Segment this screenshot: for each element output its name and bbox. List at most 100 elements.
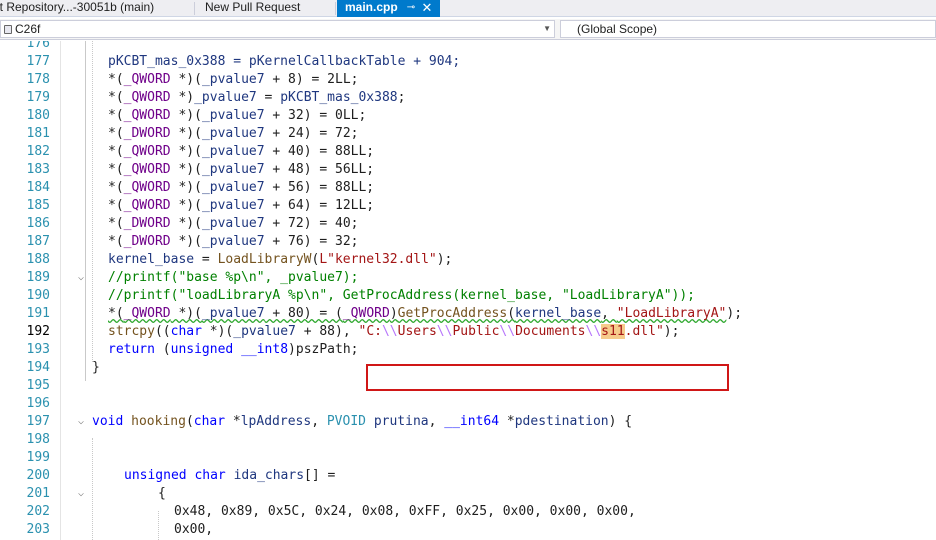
code-line[interactable]: 200 unsigned char ida_chars[] = [0,467,936,485]
code-token: _pvalue7 [201,126,265,141]
scope-dropdown[interactable]: (Global Scope) [560,20,936,38]
code-line[interactable]: 189 ⌵ //printf("base %p\n", _pvalue7); [0,269,936,287]
code-token: _DWORD [123,234,171,249]
fold-toggle-icon[interactable]: ⌵ [78,413,84,431]
line-number: 184 [26,180,50,195]
line-number: 202 [26,504,50,519]
code-line[interactable]: 179 *(_QWORD *)_pvalue7 = pKCBT_mas_0x388… [0,89,936,107]
code-text: *(_QWORD *)(_pvalue7 + 32) = 0LL; [108,107,366,125]
code-line[interactable]: 184 *(_QWORD *)(_pvalue7 + 56) = 88LL; [0,179,936,197]
line-number: 183 [26,162,50,177]
code-token: _QWORD [123,198,171,213]
code-text: *(_QWORD *)(_pvalue7 + 48) = 56LL; [108,161,374,179]
code-line[interactable]: 178 *(_QWORD *)(_pvalue7 + 8) = 2LL; [0,71,936,89]
code-line[interactable]: 188 kernel_base = LoadLibraryW(L"kernel32… [0,251,936,269]
code-text: 0x00, [174,521,213,539]
code-editor[interactable]: 176 177 pKCBT_mas_0x388 = pKernelCallbackT… [0,41,936,540]
code-line[interactable]: 180 *(_QWORD *)(_pvalue7 + 32) = 0LL; [0,107,936,125]
code-line[interactable]: 187 *(_DWORD *)(_pvalue7 + 76) = 32; [0,233,936,251]
code-text: unsigned char ida_chars[] = [124,467,335,485]
code-line[interactable]: 197 ⌵ void hooking(char *lpAddress, PVOID … [0,413,936,431]
code-token: .dll" [624,324,664,339]
code-text: *(_QWORD *)(_pvalue7 + 80) = (_QWORD)Get… [108,305,742,323]
tab-git-repository[interactable]: it Repository...-30051b (main) [0,0,194,17]
code-text: //printf("base %p\n", _pvalue7); [108,269,358,287]
line-number: 192 [26,324,50,339]
code-line[interactable]: 193 return (unsigned __int8)pszPath; [0,341,936,359]
code-text: //printf("loadLibraryA %p\n", GetProcAdd… [108,287,695,305]
code-line[interactable]: 185 *(_QWORD *)(_pvalue7 + 64) = 12LL; [0,197,936,215]
code-token: , [601,306,617,321]
fold-toggle-icon[interactable]: ⌵ [78,269,84,287]
code-token: pKCBT_mas_0x388 = pKernelCallbackTable +… [108,54,461,69]
code-token: 0x00, [174,522,214,537]
code-token: _QWORD [123,180,171,195]
code-text: void hooking(char *lpAddress, PVOID prut… [92,413,632,431]
code-text: *(_QWORD *)(_pvalue7 + 40) = 88LL; [108,143,374,161]
line-number: 195 [26,378,50,393]
code-token: + 56) = 88LL; [264,180,375,195]
code-text: { [158,485,166,503]
code-token: ); [436,252,453,267]
code-line[interactable]: 199 [0,449,936,467]
code-line[interactable]: 198 [0,431,936,449]
code-line[interactable]: 202 0x48, 0x89, 0x5C, 0x24, 0x08, 0xFF, 0… [0,503,936,521]
code-token: _QWORD [123,108,171,123]
code-text: *(_DWORD *)(_pvalue7 + 76) = 32; [108,233,358,251]
code-line[interactable]: 203 0x00, [0,521,936,539]
code-line[interactable]: 190 //printf("loadLibraryA %p\n", GetProc… [0,287,936,305]
code-text: } [92,359,100,377]
line-number: 200 [26,468,50,483]
line-number: 180 [26,108,50,123]
project-icon [4,25,12,34]
code-token: unsigned [170,342,234,357]
line-number: 191 [26,306,50,321]
code-token: prutina [373,414,429,429]
code-line[interactable]: 192 strcpy((char *)(_pvalue7 + 88), "C:\\… [0,323,936,341]
code-line[interactable]: 183 *(_QWORD *)(_pvalue7 + 48) = 56LL; [0,161,936,179]
code-token: *)( [170,234,202,249]
code-token: + 72) = 40; [264,216,359,231]
code-line[interactable]: 176 [0,41,936,53]
line-number: 187 [26,234,50,249]
code-token: 0x48, 0x89, 0x5C, 0x24, 0x08, 0xFF, 0x25… [174,504,636,519]
code-text: *(_DWORD *)(_pvalue7 + 72) = 40; [108,215,358,233]
line-number: 178 [26,72,50,87]
code-line[interactable]: 181 *(_DWORD *)(_pvalue7 + 24) = 72; [0,125,936,143]
code-token: return [108,342,155,357]
code-token: *)( [170,144,202,159]
code-token: *( [108,198,124,213]
tab-new-pull-request[interactable]: New Pull Request [195,0,335,17]
code-token: _QWORD [123,72,171,87]
annotation-highlight-box [366,364,729,391]
code-line[interactable]: 177 pKCBT_mas_0x388 = pKernelCallbackTabl… [0,53,936,71]
code-line[interactable]: 191 *(_QWORD *)(_pvalue7 + 80) = (_QWORD)… [0,305,936,323]
code-token: strcpy [108,324,155,339]
line-number: 189 [26,270,50,285]
code-token: _pvalue7 [201,306,265,321]
code-line[interactable]: 182 *(_QWORD *)(_pvalue7 + 40) = 88LL; [0,143,936,161]
code-token: _pvalue7 [201,216,265,231]
code-token: ( [507,306,516,321]
code-line[interactable]: 201 ⌵ { [0,485,936,503]
code-token: char [194,468,226,483]
code-token: _pvalue7 [201,180,265,195]
line-number: 181 [26,126,50,141]
code-token: _QWORD [123,306,171,321]
code-token: _pvalue7 [201,144,265,159]
code-token: *)( [170,126,202,141]
line-number: 196 [26,396,50,411]
code-token: *)( [170,306,202,321]
fold-toggle-icon[interactable]: ⌵ [78,485,84,503]
code-token: *( [108,108,124,123]
code-token: *( [108,306,124,321]
close-icon[interactable]: ✕ [421,0,433,17]
line-number: 176 [26,41,50,51]
line-number: 177 [26,54,50,69]
code-line[interactable]: 196 [0,395,936,413]
code-token: + 80) = ( [264,306,343,321]
pin-icon[interactable]: ⊸ [405,0,417,17]
code-token: ) [389,306,398,321]
code-line[interactable]: 186 *(_DWORD *)(_pvalue7 + 72) = 40; [0,215,936,233]
project-dropdown[interactable]: C26f ▼ [0,20,555,38]
